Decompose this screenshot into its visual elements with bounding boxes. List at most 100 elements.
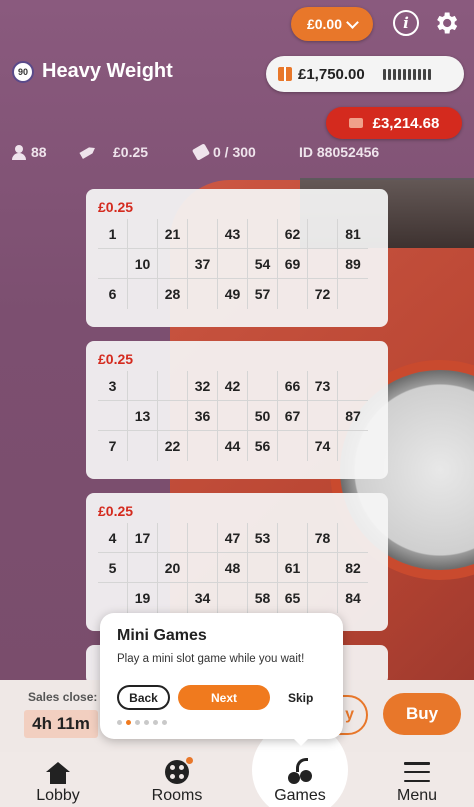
jackpot-amount: £1,750.00 [298, 65, 365, 83]
ticket-blank-cell [158, 371, 188, 401]
ticket-blank-cell [308, 219, 338, 249]
tour-dot [153, 720, 158, 725]
ticket-number: 58 [248, 583, 278, 613]
ticket-blank-cell [158, 583, 188, 613]
ticket-number: 10 [128, 249, 158, 279]
popup-text: Play a mini slot game while you wait! [117, 653, 305, 665]
ticket-icon [191, 143, 211, 161]
jackpot-pill[interactable]: £1,750.00 [266, 56, 464, 92]
buy-button[interactable]: Buy [383, 693, 461, 735]
nav-lobby[interactable]: Lobby [13, 752, 103, 807]
back-button[interactable]: Back [117, 685, 170, 710]
ticket-blank-cell [98, 401, 128, 431]
ticket-number: 53 [248, 523, 278, 553]
ticket-number: 34 [188, 583, 218, 613]
nav-lobby-label: Lobby [36, 787, 80, 804]
tour-progress-dots [117, 720, 167, 725]
ticket-blank-cell [278, 431, 308, 461]
ticket-blank-cell [308, 553, 338, 583]
ticket-number: 49 [218, 279, 248, 309]
balance-button[interactable]: £0.00 [291, 7, 373, 41]
ticket-price: £0.25 [113, 144, 149, 160]
ticket-grid: 1 21 43 62 81 10 37 54 69 89 6 28 49 57 72 [98, 219, 376, 309]
ticket-blank-cell [338, 431, 368, 461]
ticket-number: 36 [188, 401, 218, 431]
ticket-blank-cell [128, 219, 158, 249]
ticket-blank-cell [218, 583, 248, 613]
gear-icon[interactable] [432, 9, 460, 37]
ticket-blank-cell [188, 523, 218, 553]
ticket-number: 84 [345, 590, 361, 606]
nav-menu[interactable]: Menu [372, 752, 462, 807]
ticket-grid: 4 17 47 53 78 5 20 48 61 82 19 34 58 65 84 [98, 523, 376, 613]
ticket-number: 28 [158, 279, 188, 309]
progressive-amount: £3,214.68 [372, 114, 440, 132]
ticket-number: 78 [308, 523, 338, 553]
ticket-number: 81 [338, 219, 368, 249]
ticket-blank-cell [128, 553, 158, 583]
ticket-blank-cell [98, 583, 128, 613]
room-name: Heavy Weight [42, 60, 173, 82]
ticket-number: 72 [308, 279, 338, 309]
nav-menu-label: Menu [396, 787, 438, 804]
bingo-ticket[interactable]: £0.25 3 32 42 66 73 13 36 50 67 87 7 22 44 56 74 [86, 341, 388, 479]
ticket-number: 7 [98, 431, 128, 461]
ticket-blank-cell [338, 523, 368, 553]
ticket-blank-cell [338, 371, 368, 401]
bingo-ball-icon: 90 [12, 60, 34, 83]
ticket-number: 19 [128, 583, 158, 613]
sales-close-label: Sales close: [28, 690, 98, 704]
ticket-grid: 3 32 42 66 73 13 36 50 67 87 7 22 44 56 74 [98, 371, 376, 461]
notification-dot [186, 757, 193, 764]
ticket-number: 62 [278, 219, 308, 249]
ticket-blank-cell [188, 279, 218, 309]
ticket-number: 89 [338, 249, 368, 279]
ticket-number: 48 [218, 553, 248, 583]
bingo-balls-icon [165, 760, 189, 784]
tickets-stat: 0 / 300 [191, 143, 256, 161]
nav-rooms[interactable]: Rooms [132, 752, 222, 807]
tickets-count: 0 / 300 [213, 144, 256, 160]
ticket-number: 17 [128, 523, 158, 553]
ticket-number: 44 [218, 431, 248, 461]
bingo-ticket[interactable]: £0.25 1 21 43 62 81 10 37 54 69 89 6 28 49 57 72 [86, 189, 388, 327]
ticket-blank-cell [248, 371, 278, 401]
info-icon[interactable]: i [393, 10, 419, 36]
nav-games[interactable]: Games [255, 752, 345, 807]
ticket-blank-cell [218, 401, 248, 431]
ticket-number: 47 [218, 523, 248, 553]
ticket-number: 56 [248, 431, 278, 461]
ticket-blank-cell [158, 523, 188, 553]
bottom-nav: Lobby Rooms Menu [0, 752, 474, 807]
players-count: 88 [31, 144, 47, 160]
ticket-number: 37 [188, 249, 218, 279]
popup-actions: Back Next Skip [117, 685, 313, 710]
progressive-jackpot-pill[interactable]: £3,214.68 [326, 107, 462, 139]
next-button[interactable]: Next [178, 685, 270, 710]
ticket-price-label: £0.25 [98, 503, 134, 519]
ticket-blank-cell [188, 219, 218, 249]
ticket-blank-cell [128, 279, 158, 309]
ticket-blank-cell [248, 219, 278, 249]
game-id: ID 88052456 [299, 144, 380, 160]
ticket-price-label: £0.25 [98, 199, 134, 215]
skip-button[interactable]: Skip [288, 691, 313, 705]
ticket-number: 6 [98, 279, 128, 309]
tour-dot [135, 720, 140, 725]
ticket-number: 74 [308, 431, 338, 461]
ticket-number: 13 [128, 401, 158, 431]
ticket-number: 32 [188, 371, 218, 401]
ticket-blank-cell [308, 249, 338, 279]
ticket-number: 73 [308, 371, 338, 401]
game-id-stat: ID 88052456 [299, 144, 379, 160]
nav-games-label: Games [274, 787, 326, 804]
ticket-number: 50 [248, 401, 278, 431]
ticket-price-stat: £0.25 [80, 144, 148, 160]
players-stat: 88 [12, 144, 47, 160]
chevron-down-icon [346, 15, 359, 29]
gift-icon [278, 67, 292, 81]
bingo-ticket[interactable]: £0.25 4 17 47 53 78 5 20 48 61 82 19 34 58 65 84 [86, 493, 388, 631]
mini-games-popup: Mini Games Play a mini slot game while y… [100, 613, 343, 739]
tour-dot [162, 720, 167, 725]
ticket-number: 42 [218, 371, 248, 401]
